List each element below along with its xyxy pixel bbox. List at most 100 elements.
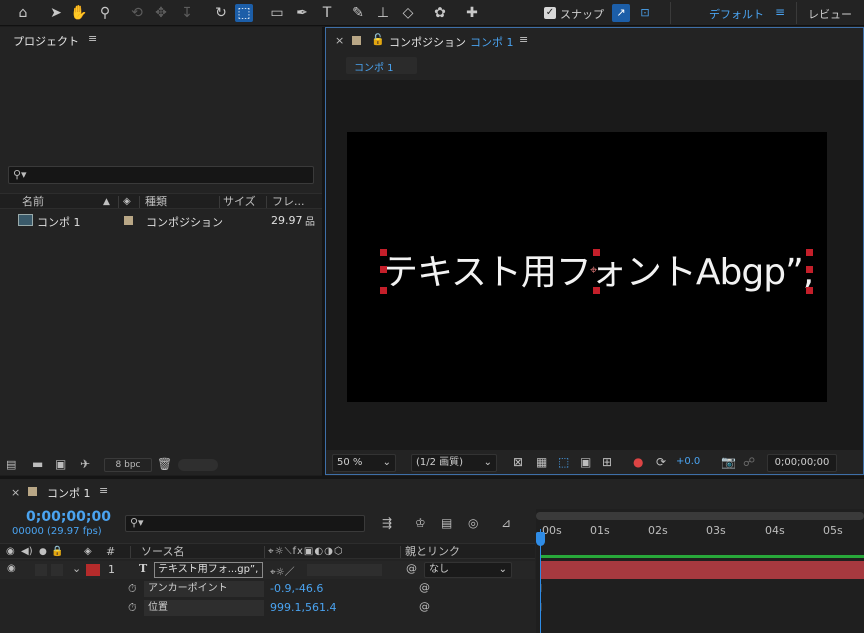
project-item-row[interactable]: コンポ 1 コンポジション 29.97 品 [0, 212, 322, 230]
timeline-graph-area[interactable]: 00s 01s 02s 03s 04s 05s I I [536, 509, 864, 633]
close-icon[interactable]: × [335, 34, 344, 47]
workspace-default[interactable]: デフォルト [709, 6, 764, 22]
time-ruler[interactable]: 00s 01s 02s 03s 04s 05s [536, 521, 864, 541]
rectangle-tool-icon[interactable]: ▭ [268, 4, 286, 22]
new-folder-icon[interactable]: ▬ [32, 457, 43, 471]
resolution-dropdown[interactable]: (1/2 画質) ⌄ [411, 454, 497, 472]
parent-dropdown[interactable]: なし ⌄ [424, 562, 512, 578]
bounding-box-handle[interactable] [806, 287, 813, 294]
panel-menu-icon[interactable]: ≡ [88, 32, 97, 45]
column-parent[interactable]: 親とリンク [405, 544, 460, 560]
solo-icon[interactable]: ● [39, 544, 47, 560]
bounding-box-handle[interactable] [593, 249, 600, 256]
work-area-bar[interactable] [540, 555, 864, 558]
snapshot-camera-icon[interactable]: 📷 [721, 455, 736, 469]
snap-features-icon[interactable]: ⊡ [636, 4, 654, 22]
fast-previews-icon[interactable]: ⊠ [513, 455, 523, 469]
interpret-footage-icon[interactable]: ▤ [6, 458, 16, 471]
lock-icon[interactable]: 🔒 [51, 544, 63, 560]
pan-camera-icon[interactable]: ✥ [152, 4, 170, 22]
playhead-handle[interactable] [536, 532, 545, 546]
layer-name[interactable]: テキスト用フォ...gp”, [154, 562, 263, 578]
pen-tool-icon[interactable]: ✒ [293, 4, 311, 22]
workspace-menu-icon[interactable]: ≡ [775, 5, 785, 19]
tab-composition[interactable]: コンポ 1 [346, 57, 417, 74]
draft-3d-icon[interactable]: ♔ [415, 516, 426, 530]
composition-name[interactable]: コンポ 1 [470, 34, 514, 50]
property-value[interactable]: 999.1,561.4 [270, 601, 336, 614]
anchor-point-icon[interactable]: ⌖ [590, 263, 597, 278]
composition-canvas[interactable]: テキスト用フォントAbgp”, ⌖ [347, 132, 827, 402]
zoom-tool-icon[interactable]: ⚲ [96, 4, 114, 22]
brush-tool-icon[interactable]: ✎ [349, 4, 367, 22]
column-type[interactable]: 種類 [145, 194, 167, 210]
column-name[interactable]: 名前 [22, 194, 44, 210]
transparency-grid-icon[interactable]: ▦ [536, 455, 547, 469]
visibility-eye-icon[interactable]: ◉ [7, 563, 16, 574]
type-tool-icon[interactable]: T [318, 4, 336, 22]
puppet-pin-tool-icon[interactable]: ✚ [463, 4, 481, 22]
shy-layers-icon[interactable]: ▤ [441, 516, 452, 530]
switches-icons[interactable]: ⌖☼⟍fx▣◐◑⬡ [268, 544, 344, 560]
project-settings-icon[interactable]: ✈ [80, 457, 90, 471]
snap-checkbox[interactable]: ✓ [544, 7, 556, 19]
bounding-box-handle[interactable] [380, 249, 387, 256]
region-of-interest-icon[interactable]: ▣ [580, 455, 591, 469]
pan-behind-tool-icon[interactable]: ⬚ [235, 4, 253, 22]
rotate-tool-icon[interactable]: ↻ [212, 4, 230, 22]
pick-whip-icon[interactable]: @ [419, 600, 430, 613]
workspace-review[interactable]: レビュー [808, 6, 852, 22]
roto-brush-tool-icon[interactable]: ✿ [431, 4, 449, 22]
zoom-dropdown[interactable]: 50 % ⌄ [332, 454, 396, 472]
thumbnail-slider[interactable] [178, 459, 218, 471]
column-number[interactable]: # [106, 544, 115, 560]
graph-editor-icon[interactable]: ⊿ [501, 516, 511, 530]
close-icon[interactable]: × [11, 486, 20, 499]
stopwatch-icon[interactable]: ⏱ [128, 601, 137, 615]
label-tag-icon[interactable]: ◈ [123, 194, 131, 210]
timeline-tab-label[interactable]: コンポ 1 [47, 485, 91, 501]
layer-duration-bar[interactable] [540, 561, 864, 579]
pick-whip-icon[interactable]: @ [419, 581, 430, 594]
lock-toggle[interactable] [51, 564, 63, 576]
selection-tool-icon[interactable]: ➤ [47, 4, 65, 22]
bounding-box-handle[interactable] [593, 287, 600, 294]
reset-exposure-icon[interactable]: ⟳ [656, 455, 666, 469]
time-navigator[interactable] [536, 512, 864, 520]
bpc-button[interactable]: 8 bpc [104, 458, 152, 472]
composition-viewer[interactable]: テキスト用フォントAbgp”, ⌖ [326, 80, 863, 450]
audio-icon[interactable]: ◀) [21, 544, 33, 560]
label-tag-icon[interactable]: ◈ [84, 544, 92, 560]
grid-guides-icon[interactable]: ⊞ [602, 455, 612, 469]
video-visibility-icon[interactable]: ◉ [6, 544, 15, 560]
bounding-box-handle[interactable] [380, 287, 387, 294]
home-icon[interactable]: ⌂ [14, 4, 32, 22]
sort-ascending-icon[interactable]: ▲ [103, 194, 110, 210]
solo-toggle[interactable] [35, 564, 47, 576]
bounding-box-handle[interactable] [806, 249, 813, 256]
pick-whip-icon[interactable]: @ [406, 562, 417, 575]
exposure-value[interactable]: +0.0 [676, 456, 700, 467]
viewer-timecode[interactable]: 0;00;00;00 [767, 454, 837, 472]
clone-stamp-tool-icon[interactable]: ⊥ [374, 4, 392, 22]
bounding-box-handle[interactable] [380, 266, 387, 273]
stopwatch-icon[interactable]: ⏱ [128, 582, 137, 596]
channels-icon[interactable]: ● [633, 455, 643, 469]
current-time-display[interactable]: 0;00;00;00 [26, 509, 111, 525]
eraser-tool-icon[interactable]: ◇ [399, 4, 417, 22]
trash-icon[interactable]: 🗑 [157, 457, 172, 471]
layer-row[interactable]: ◉ ⌄ 1 T テキスト用フォ...gp”, ⌖☼／ @ なし ⌄ [0, 561, 535, 579]
flowchart-icon[interactable]: 品 [305, 213, 315, 228]
frame-blending-icon[interactable]: ◎ [468, 516, 478, 530]
column-fps[interactable]: フレ... [272, 194, 305, 210]
twirl-down-icon[interactable]: ⌄ [72, 562, 81, 575]
orbit-camera-icon[interactable]: ⟲ [128, 4, 146, 22]
bounding-box-handle[interactable] [806, 266, 813, 273]
property-value[interactable]: -0.9,-46.6 [270, 582, 323, 595]
panel-menu-icon[interactable]: ≡ [519, 33, 528, 46]
dolly-camera-icon[interactable]: ↧ [178, 4, 196, 22]
lock-icon[interactable]: 🔓 [371, 33, 385, 46]
new-composition-icon[interactable]: ▣ [55, 457, 66, 471]
label-color-swatch[interactable] [124, 216, 133, 225]
panel-menu-icon[interactable]: ≡ [99, 484, 108, 497]
